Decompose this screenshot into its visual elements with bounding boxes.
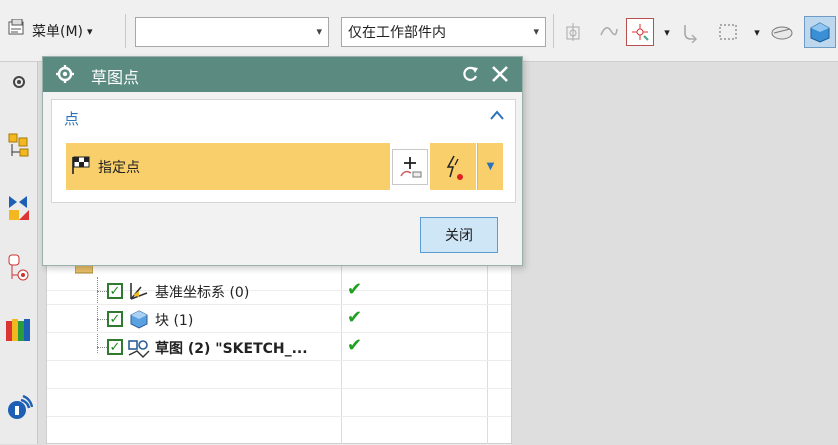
close-button[interactable]: 关闭 <box>420 217 498 253</box>
reuse-library-icon[interactable] <box>2 310 36 346</box>
specify-point-field[interactable]: 指定点 <box>66 143 390 190</box>
part-navigator-icon[interactable] <box>2 250 36 286</box>
table-row[interactable]: ✓ 基准坐标系 (0) ✔ <box>47 277 511 305</box>
checkered-flag-icon <box>70 155 92 179</box>
table-row <box>47 361 511 389</box>
chevron-down-icon: ▾ <box>533 25 539 38</box>
gear-icon[interactable] <box>2 64 36 100</box>
chevron-up-icon[interactable] <box>489 109 505 125</box>
selection-scope-value: 仅在工作部件内 <box>348 25 446 41</box>
view-orient-icon[interactable] <box>768 18 796 46</box>
datum-csys-icon <box>127 281 149 301</box>
menu-button[interactable]: 菜单(M) ▾ <box>6 18 93 44</box>
reset-icon[interactable] <box>460 64 480 88</box>
up-to-date-check-icon: ✔ <box>347 279 363 300</box>
gear-icon[interactable] <box>55 64 75 88</box>
chevron-down-icon: ▾ <box>316 25 322 38</box>
resource-bar <box>0 62 38 444</box>
table-row <box>47 417 511 445</box>
table-row[interactable]: ✓ 块 (1) ✔ <box>47 305 511 333</box>
type-filter-combo[interactable]: ▾ <box>135 17 329 47</box>
chevron-down-icon[interactable]: ▼ <box>477 143 503 190</box>
menu-icon <box>6 18 28 43</box>
group-heading: 点 <box>64 110 80 128</box>
point-snap-icon[interactable] <box>626 18 654 46</box>
selection-scope-combo[interactable]: 仅在工作部件内 ▾ <box>341 17 546 47</box>
dialog-title: 草图点 <box>91 68 140 87</box>
toolbar-separator <box>553 14 554 48</box>
rectangle-select-icon[interactable] <box>714 18 742 46</box>
close-icon[interactable] <box>489 63 511 89</box>
top-toolbar: 菜单(M) ▾ ▾ 仅在工作部件内 ▾ ▾ ▾ <box>0 0 838 62</box>
tree-node-label: 草图 (2) "SKETCH_... <box>155 341 308 357</box>
table-row[interactable]: ✓ 草图 (2) "SKETCH_... ✔ <box>47 333 511 361</box>
hook-snap-icon[interactable] <box>676 18 704 46</box>
point-group: 点 指定点 ▼ <box>51 99 516 203</box>
up-to-date-check-icon: ✔ <box>347 335 363 356</box>
visibility-checkbox[interactable]: ✓ <box>107 311 123 327</box>
menu-label: 菜单(M) <box>32 24 84 40</box>
chevron-down-icon[interactable]: ▾ <box>660 18 674 46</box>
specify-point-label: 指定点 <box>98 159 140 176</box>
dialog-title-bar[interactable]: 草图点 <box>43 57 522 92</box>
inferred-point-button[interactable] <box>430 143 476 190</box>
visibility-checkbox[interactable]: ✓ <box>107 283 123 299</box>
chevron-down-icon[interactable]: ▾ <box>750 18 764 46</box>
web-browser-icon[interactable] <box>2 390 36 426</box>
part-navigator: ✓ 基准坐标系 (0) ✔ ✓ 块 (1) ✔ ✓ 草图 (2) "SKETCH… <box>46 262 512 445</box>
sketch-feature-icon <box>127 337 150 358</box>
tree-node-label: 基准坐标系 (0) <box>155 285 250 301</box>
toolbar-separator <box>125 14 126 48</box>
constraint-navigator-icon[interactable] <box>2 190 36 226</box>
visibility-checkbox[interactable]: ✓ <box>107 339 123 355</box>
assembly-navigator-icon[interactable] <box>2 128 36 164</box>
up-to-date-check-icon: ✔ <box>347 307 363 328</box>
chevron-down-icon: ▾ <box>87 24 93 38</box>
point-dialog-button[interactable] <box>392 149 428 185</box>
curve-snap-icon[interactable] <box>594 18 622 46</box>
block-feature-icon <box>129 309 151 329</box>
snap-to-grid-icon[interactable] <box>560 18 588 46</box>
tree-node-label: 块 (1) <box>155 313 194 329</box>
shaded-view-icon[interactable] <box>804 16 836 48</box>
sketch-point-dialog: 草图点 点 指定点 ▼ 关闭 <box>42 56 523 266</box>
table-row <box>47 389 511 417</box>
